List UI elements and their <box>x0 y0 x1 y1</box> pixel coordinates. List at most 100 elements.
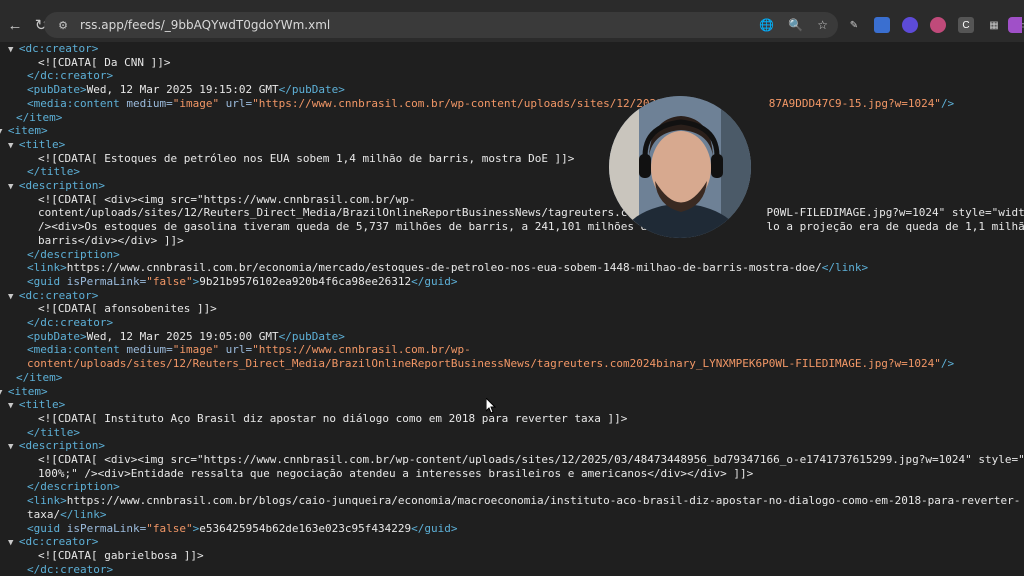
xml-val[interactable]: "image" <box>173 343 219 356</box>
xml-tag: <pubDate> <box>27 329 87 343</box>
xml-val[interactable]: "false" <box>146 275 192 288</box>
xml-line: </dc:creator> <box>27 316 113 330</box>
xml-tag: <media:content <box>27 96 127 110</box>
zoom-icon[interactable]: 🔍 <box>788 18 803 32</box>
extensions-bar: ✎ C ▦ ▭ <box>846 12 1024 38</box>
xml-line: <link>https://www.cnnbrasil.com.br/blogs… <box>27 494 1020 508</box>
xml-tag: <media:content <box>27 343 127 357</box>
xml-tag: <pubDate> <box>27 83 87 97</box>
xml-tag: </guid> <box>411 274 458 288</box>
xml-tag: <dc:creator> <box>18 535 99 549</box>
xml-line: <![CDATA[ Instituto Aço Brasil diz apost… <box>38 412 627 426</box>
xml-attr: url= <box>219 343 253 357</box>
xml-line: <![CDATA[ Estoques de petróleo nos EUA s… <box>38 152 574 166</box>
xml-text: 100%;" /><div>Entidade ressalta que nego… <box>38 466 754 480</box>
xml-attr: url= <box>219 96 253 110</box>
xml-val[interactable]: "https://www.cnnbrasil.com.br/wp- <box>252 343 471 356</box>
xml-line: ▼ <title> <box>8 138 65 152</box>
window-top-strip <box>0 0 1024 8</box>
xml-attr: isPermaLink= <box>66 521 147 535</box>
xml-attr: medium= <box>126 343 173 357</box>
xml-tag: </dc:creator> <box>27 316 114 329</box>
xml-line: taxa/</link> <box>27 508 106 522</box>
extension-c-icon[interactable]: C <box>958 17 974 33</box>
xml-line: <pubDate>Wed, 12 Mar 2025 19:05:00 GMT</… <box>27 330 345 344</box>
extension-purple-icon[interactable] <box>902 17 918 33</box>
site-info-icon[interactable]: ⚙ <box>56 18 70 32</box>
xml-text: <![CDATA[ <div><img src="https://www.cnn… <box>38 453 1024 466</box>
puzzle-icon[interactable]: ▦ <box>986 17 1002 33</box>
xml-tag: </link> <box>821 261 869 275</box>
xml-val[interactable]: "false" <box>146 522 192 535</box>
xml-tag: </guid> <box>411 521 458 535</box>
star-icon[interactable]: ☆ <box>817 18 828 32</box>
xml-line: barris</div></div> ]]> <box>38 234 184 248</box>
xml-line: </dc:creator> <box>27 69 113 83</box>
arrow-left-icon: ← <box>7 16 23 34</box>
xml-line: </description> <box>27 248 120 262</box>
collapse-arrow-icon[interactable]: ▼ <box>0 388 8 398</box>
profile-avatar[interactable] <box>1008 17 1022 33</box>
url-text[interactable]: rss.app/feeds/_9bbAQYwdT0gdoYWm.xml <box>80 18 330 32</box>
xml-tag: </item> <box>16 370 63 384</box>
xml-text: <![CDATA[ afonsobenites ]]> <box>38 302 217 316</box>
xml-text: barris</div></div> ]]> <box>38 233 184 247</box>
collapse-arrow-icon[interactable]: ▼ <box>8 292 19 302</box>
xml-tag: <item> <box>7 384 48 398</box>
xml-line: 100%;" /><div>Entidade ressalta que nego… <box>38 467 753 481</box>
xml-text: Wed, 12 Mar 2025 19:15:02 GMT <box>86 83 279 97</box>
xml-tag: <guid <box>27 274 67 288</box>
xml-attr: medium= <box>126 96 173 110</box>
xml-tag: <link> <box>27 261 67 275</box>
collapse-arrow-icon[interactable]: ▼ <box>8 182 19 192</box>
xml-line: </title> <box>27 165 80 179</box>
xml-line: <![CDATA[ Da CNN ]]> <box>38 56 170 70</box>
xml-line: ▼ <item> <box>0 385 48 399</box>
browser-toolbar: ← ↻ ⚙ rss.app/feeds/_9bbAQYwdT0gdoYWm.xm… <box>0 8 1024 42</box>
xml-tag: <description> <box>18 439 105 453</box>
xml-text: <![CDATA[ Instituto Aço Brasil diz apost… <box>38 411 628 425</box>
xml-val[interactable]: "image" <box>173 97 219 110</box>
xml-tag: <guid <box>27 521 67 535</box>
xml-tag: </title> <box>27 425 80 439</box>
xml-tag: </description> <box>27 480 120 494</box>
xml-val[interactable]: "https://www.cnnbrasil.com.br/wp-content… <box>252 97 941 110</box>
xml-line: <pubDate>Wed, 12 Mar 2025 19:15:02 GMT</… <box>27 83 345 97</box>
xml-tag: </description> <box>27 247 120 261</box>
xml-text: 9b21b9576102ea920b4f6ca98ee26312 <box>199 274 412 288</box>
xml-line: </dc:creator> <box>27 563 113 576</box>
xml-line: ▼ <dc:creator> <box>8 42 98 56</box>
address-bar[interactable]: ⚙ rss.app/feeds/_9bbAQYwdT0gdoYWm.xml 🌐 … <box>44 12 838 38</box>
xml-attr: isPermaLink= <box>66 274 147 288</box>
back-button[interactable]: ← <box>2 12 28 38</box>
xml-tag: <title> <box>18 137 66 151</box>
collapse-arrow-icon[interactable]: ▼ <box>0 127 8 137</box>
xml-text: <![CDATA[ Estoques de petróleo nos EUA s… <box>38 151 575 165</box>
extension-blue-icon[interactable] <box>874 17 890 33</box>
xml-text: Wed, 12 Mar 2025 19:05:00 GMT <box>86 329 279 343</box>
xml-text: <![CDATA[ <div><img src="https://www.cnn… <box>38 192 416 206</box>
xml-line: ▼ <dc:creator> <box>8 535 98 549</box>
xml-val[interactable]: content/uploads/sites/12/Reuters_Direct_… <box>27 357 941 370</box>
collapse-arrow-icon[interactable]: ▼ <box>8 401 19 411</box>
xml-line: /><div>Os estoques de gasolina tiveram q… <box>38 220 1024 234</box>
collapse-arrow-icon[interactable]: ▼ <box>8 141 19 151</box>
xml-line: content/uploads/sites/12/Reuters_Direct_… <box>27 357 954 371</box>
xml-line: <media:content medium="image" url="https… <box>27 343 471 357</box>
collapse-arrow-icon[interactable]: ▼ <box>8 538 19 548</box>
xml-tag: </title> <box>27 165 80 179</box>
xml-line: <![CDATA[ <div><img src="https://www.cnn… <box>38 193 416 207</box>
translate-icon[interactable]: 🌐 <box>759 18 774 32</box>
collapse-arrow-icon[interactable]: ▼ <box>8 442 19 452</box>
xml-tag: </pubDate> <box>278 83 345 97</box>
extension-face-icon[interactable] <box>930 17 946 33</box>
xml-text: https://www.cnnbrasil.com.br/blogs/caio-… <box>66 494 1021 508</box>
pen-extension-icon[interactable]: ✎ <box>846 17 862 33</box>
xml-text: content/uploads/sites/12/Reuters_Direct_… <box>38 206 1024 220</box>
xml-tag: </dc:creator> <box>27 562 114 576</box>
xml-tag: <title> <box>18 398 66 412</box>
xml-text: <![CDATA[ gabrielbosa ]]> <box>38 548 204 562</box>
collapse-arrow-icon[interactable]: ▼ <box>8 45 19 55</box>
xml-line: ▼ <item> <box>0 124 48 138</box>
xml-line: </title> <box>27 426 80 440</box>
